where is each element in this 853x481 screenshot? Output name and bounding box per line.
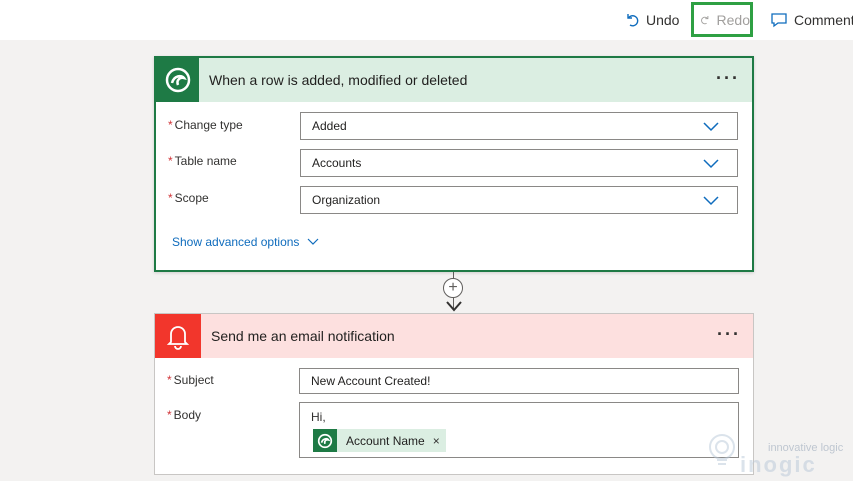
subject-row: * Subject New Account Created! [155, 368, 753, 398]
action-title: Send me an email notification [211, 328, 395, 344]
change-type-row: * Change type Added [156, 112, 752, 142]
change-type-value: Added [312, 119, 347, 133]
dataverse-icon [156, 58, 199, 102]
chevron-down-icon [703, 122, 719, 132]
subject-label: * Subject [167, 373, 214, 387]
show-advanced-options-label: Show advanced options [172, 235, 300, 249]
body-text: Hi, [311, 410, 326, 424]
undo-label: Undo [646, 12, 680, 28]
trigger-title: When a row is added, modified or deleted [209, 72, 468, 88]
comment-icon [771, 13, 787, 28]
action-more-menu[interactable]: ··· [717, 324, 741, 345]
table-name-row: * Table name Accounts [156, 149, 752, 179]
scope-label: * Scope [168, 191, 209, 205]
table-name-label: * Table name [168, 154, 237, 168]
token-label: Account Name [346, 433, 425, 448]
redo-label: Redo [716, 11, 750, 28]
inogic-watermark: innovative logic inogic [700, 430, 850, 478]
body-input[interactable]: Hi, Account Name × [299, 402, 739, 458]
dynamic-content-token[interactable]: Account Name × [313, 429, 446, 452]
subject-input[interactable]: New Account Created! [299, 368, 739, 394]
arrow-down-icon [446, 301, 462, 312]
comment-button[interactable]: Comment [770, 6, 853, 34]
action-card: Send me an email notification ··· * Subje… [154, 313, 754, 475]
chevron-down-icon [703, 159, 719, 169]
change-type-dropdown[interactable]: Added [300, 112, 738, 140]
bulb-logo-icon [709, 434, 735, 465]
chevron-down-icon [308, 238, 319, 245]
command-bar: Undo Redo Comment [0, 0, 853, 40]
watermark-name: inogic [740, 452, 817, 477]
bell-icon [155, 314, 201, 358]
scope-row: * Scope Organization [156, 186, 752, 216]
redo-icon [701, 15, 709, 24]
undo-icon [627, 14, 639, 27]
change-type-label: * Change type [168, 118, 243, 132]
redo-button[interactable]: Redo [691, 2, 753, 37]
trigger-card: When a row is added, modified or deleted… [154, 56, 754, 272]
subject-value: New Account Created! [311, 374, 431, 388]
insert-step-button[interactable]: + [443, 278, 463, 298]
scope-value: Organization [312, 193, 381, 207]
trigger-card-header[interactable]: When a row is added, modified or deleted… [156, 58, 752, 102]
comment-label: Comment [794, 12, 853, 28]
undo-button[interactable]: Undo [624, 6, 679, 34]
show-advanced-options-link[interactable]: Show advanced options [172, 235, 319, 249]
dataverse-icon [313, 429, 337, 452]
table-name-dropdown[interactable]: Accounts [300, 149, 738, 177]
remove-token-icon[interactable]: × [433, 434, 440, 448]
scope-dropdown[interactable]: Organization [300, 186, 738, 214]
table-name-value: Accounts [312, 156, 362, 170]
plus-icon: + [448, 279, 458, 296]
action-card-header[interactable]: Send me an email notification ··· [155, 314, 753, 358]
body-label: * Body [167, 408, 202, 422]
chevron-down-icon [703, 196, 719, 206]
trigger-more-menu[interactable]: ··· [716, 68, 740, 89]
